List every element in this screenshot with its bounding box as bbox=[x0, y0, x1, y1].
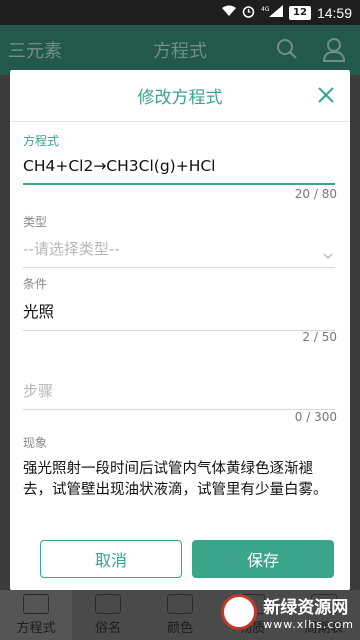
equation-input[interactable]: CH4+Cl2→CH3Cl(g)+HCl bbox=[23, 157, 335, 175]
svg-text:4G: 4G bbox=[261, 6, 270, 13]
condition-underline bbox=[23, 330, 335, 331]
equation-label: 方程式 bbox=[23, 134, 60, 148]
close-icon[interactable] bbox=[316, 85, 336, 105]
condition-input[interactable]: 光照 bbox=[23, 300, 335, 322]
steps-counter: 0 / 300 bbox=[294, 410, 337, 424]
equation-icon bbox=[23, 594, 49, 614]
type-underline bbox=[23, 267, 335, 268]
tab-common-name[interactable]: 俗名 bbox=[72, 590, 144, 640]
battery-indicator: 12 bbox=[289, 5, 311, 20]
signal-icon: 4G bbox=[261, 5, 284, 20]
edit-equation-dialog: 修改方程式 方程式 CH4+Cl2→CH3Cl(g)+HCl 20 / 80 类… bbox=[10, 70, 350, 590]
equation-underline bbox=[23, 183, 335, 185]
steps-underline bbox=[23, 409, 335, 410]
clock: 14:59 bbox=[316, 4, 352, 21]
type-select-value[interactable]: --请选择类型-- bbox=[23, 238, 335, 259]
condition-field[interactable]: 条件 光照 bbox=[23, 275, 335, 331]
tab-color[interactable]: 颜色 bbox=[144, 590, 216, 640]
equation-field[interactable]: 方程式 CH4+Cl2→CH3Cl(g)+HCl bbox=[23, 132, 335, 185]
phenomenon-input[interactable]: 强光照射一段时间后试管内气体黄绿色逐渐褪去，试管壁出现油状液滴，试管里有少量白雾… bbox=[23, 459, 335, 501]
tab-equation[interactable]: 方程式 bbox=[0, 590, 72, 640]
palette-icon bbox=[167, 594, 193, 614]
alarm-icon bbox=[242, 5, 255, 21]
phenomenon-field[interactable]: 现象 强光照射一段时间后试管内气体黄绿色逐渐褪去，试管壁出现油状液滴，试管里有少… bbox=[23, 434, 335, 501]
status-bar: 4G 12 14:59 bbox=[0, 0, 360, 25]
condition-label: 条件 bbox=[23, 277, 48, 291]
save-button[interactable]: 保存 bbox=[192, 540, 334, 578]
steps-input[interactable]: 步骤 bbox=[23, 380, 335, 401]
equation-counter: 20 / 80 bbox=[294, 187, 337, 201]
watermark: 新绿资源网 www.xlhs.com bbox=[221, 592, 354, 632]
user-icon[interactable] bbox=[322, 37, 346, 67]
wifi-icon bbox=[222, 5, 237, 20]
phenomenon-label: 现象 bbox=[23, 436, 48, 450]
chevron-down-icon[interactable] bbox=[323, 245, 333, 260]
watermark-name: 新绿资源网 bbox=[263, 598, 349, 618]
dialog-header: 修改方程式 bbox=[10, 70, 350, 122]
condition-counter: 2 / 50 bbox=[302, 330, 337, 344]
page-title: 方程式 bbox=[153, 41, 207, 62]
tab-label: 俗名 bbox=[94, 621, 121, 636]
steps-field[interactable]: 步骤 bbox=[23, 372, 335, 410]
watermark-logo-icon bbox=[221, 594, 258, 630]
watermark-url: www.xlhs.com bbox=[263, 618, 354, 631]
tab-label: 方程式 bbox=[16, 621, 56, 636]
tag-icon bbox=[95, 594, 121, 614]
type-select[interactable]: 类型 --请选择类型-- bbox=[23, 213, 335, 268]
tab-label: 颜色 bbox=[166, 621, 193, 636]
cancel-button[interactable]: 取消 bbox=[40, 540, 182, 578]
type-label: 类型 bbox=[23, 215, 48, 229]
dialog-title: 修改方程式 bbox=[137, 88, 223, 108]
search-icon[interactable] bbox=[276, 38, 298, 64]
app-bar: 三元素 方程式 bbox=[0, 25, 360, 75]
